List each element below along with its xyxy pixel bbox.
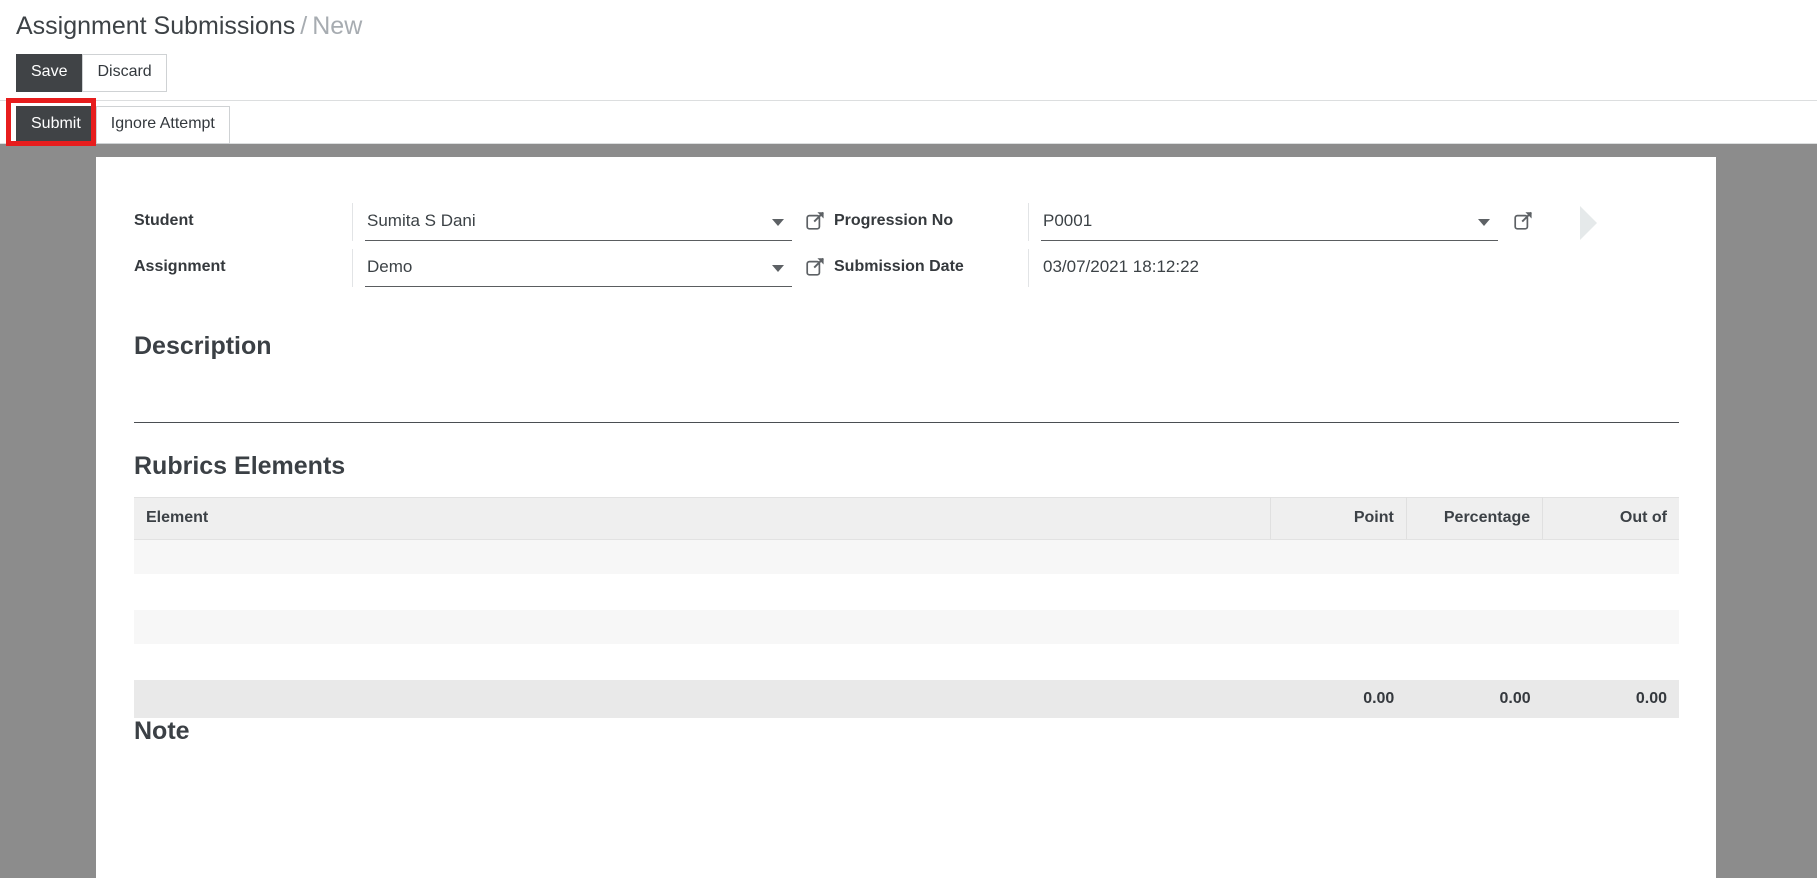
field-student: Student Sumita S Dani [134,203,792,241]
spacer-cell [1406,573,1543,610]
ignore-attempt-button[interactable]: Ignore Attempt [95,106,230,144]
primary-toolbar: Save Discard [16,54,167,92]
submission-date-input[interactable]: 03/07/2021 18:12:22 [1041,249,1498,287]
cell-element [134,539,1271,574]
column-header-element[interactable]: Element [134,497,1271,540]
submit-button[interactable]: Submit [16,106,96,144]
cell-point [1270,539,1407,574]
breadcrumb-separator: / [300,12,308,40]
table-row-spacer [134,573,1679,610]
totals-cell-point: 0.00 [1270,679,1407,718]
table-totals-row: 0.00 0.00 0.00 [134,679,1679,718]
column-header-percentage[interactable]: Percentage [1406,497,1544,540]
description-heading: Description [134,332,272,360]
progression-no-input[interactable]: P0001 [1041,203,1498,241]
table-row[interactable] [134,539,1679,574]
table-row-spacer [134,643,1679,680]
secondary-toolbar: Submit Ignore Attempt Draft Submitted Ac… [0,100,1817,240]
progression-no-input-value: P0001 [1043,211,1093,230]
progression-no-open-record-icon[interactable] [1514,211,1533,230]
rubrics-heading: Rubrics Elements [134,452,346,480]
external-link-icon[interactable] [806,211,825,230]
spacer-cell [134,573,1271,610]
chevron-down-icon[interactable] [772,265,784,272]
table-header-row: Element Point Percentage Out of [134,497,1679,540]
form-row-2: Assignment Demo Submission Date 03/07/20… [134,249,1679,295]
app-root: Assignment Submissions / New Save Discard … [0,0,1817,878]
spacer-cell [1406,643,1543,680]
breadcrumb-current: New [312,12,363,40]
field-progression-no: Progression No P0001 [806,203,1533,241]
breadcrumb: Assignment Submissions / New [16,12,362,41]
spacer-cell [1270,643,1407,680]
column-header-out-of[interactable]: Out of [1542,497,1679,540]
assignment-input-value: Demo [367,257,413,276]
cell-out-of [1542,539,1679,574]
field-assignment-label: Assignment [134,258,226,275]
spacer-cell [1270,573,1407,610]
totals-cell-percentage: 0.00 [1406,679,1543,718]
chevron-down-icon[interactable] [772,219,784,226]
spacer-cell [1542,573,1679,610]
student-input-value: Sumita S Dani [367,211,476,230]
form-row-1: Student Sumita S Dani Progression No P00… [134,203,1679,249]
save-button[interactable]: Save [16,54,83,92]
discard-button[interactable]: Discard [82,54,167,92]
form-fields: Student Sumita S Dani Progression No P00… [134,203,1679,295]
cell-point [1270,609,1407,644]
field-progression-no-label: Progression No [834,212,954,229]
submission-date-input-value: 03/07/2021 18:12:22 [1043,257,1199,276]
totals-cell-out-of: 0.00 [1542,679,1679,718]
form-sheet: Student Sumita S Dani Progression No P00… [96,157,1716,878]
assignment-input[interactable]: Demo [365,249,792,287]
field-submission-date: Submission Date 03/07/2021 18:12:22 [806,249,1498,287]
spacer-cell [134,643,1271,680]
field-student-label: Student [134,212,194,229]
note-heading: Note [134,717,190,745]
breadcrumb-parent[interactable]: Assignment Submissions [16,12,295,40]
cell-percentage [1406,609,1543,644]
table-row[interactable] [134,609,1679,644]
field-assignment: Assignment Demo [134,249,792,287]
field-submission-date-label: Submission Date [834,258,964,275]
totals-cell-element [134,679,1271,718]
rubrics-table: Element Point Percentage Out of 0.00 0.0… [134,497,1679,718]
chevron-down-icon[interactable] [1478,219,1490,226]
column-header-point[interactable]: Point [1270,497,1407,540]
cell-out-of [1542,609,1679,644]
description-body-divider [134,422,1679,423]
spacer-cell [1542,643,1679,680]
external-link-icon[interactable] [806,257,825,276]
cell-percentage [1406,539,1543,574]
cell-element [134,609,1271,644]
student-input[interactable]: Sumita S Dani [365,203,792,241]
